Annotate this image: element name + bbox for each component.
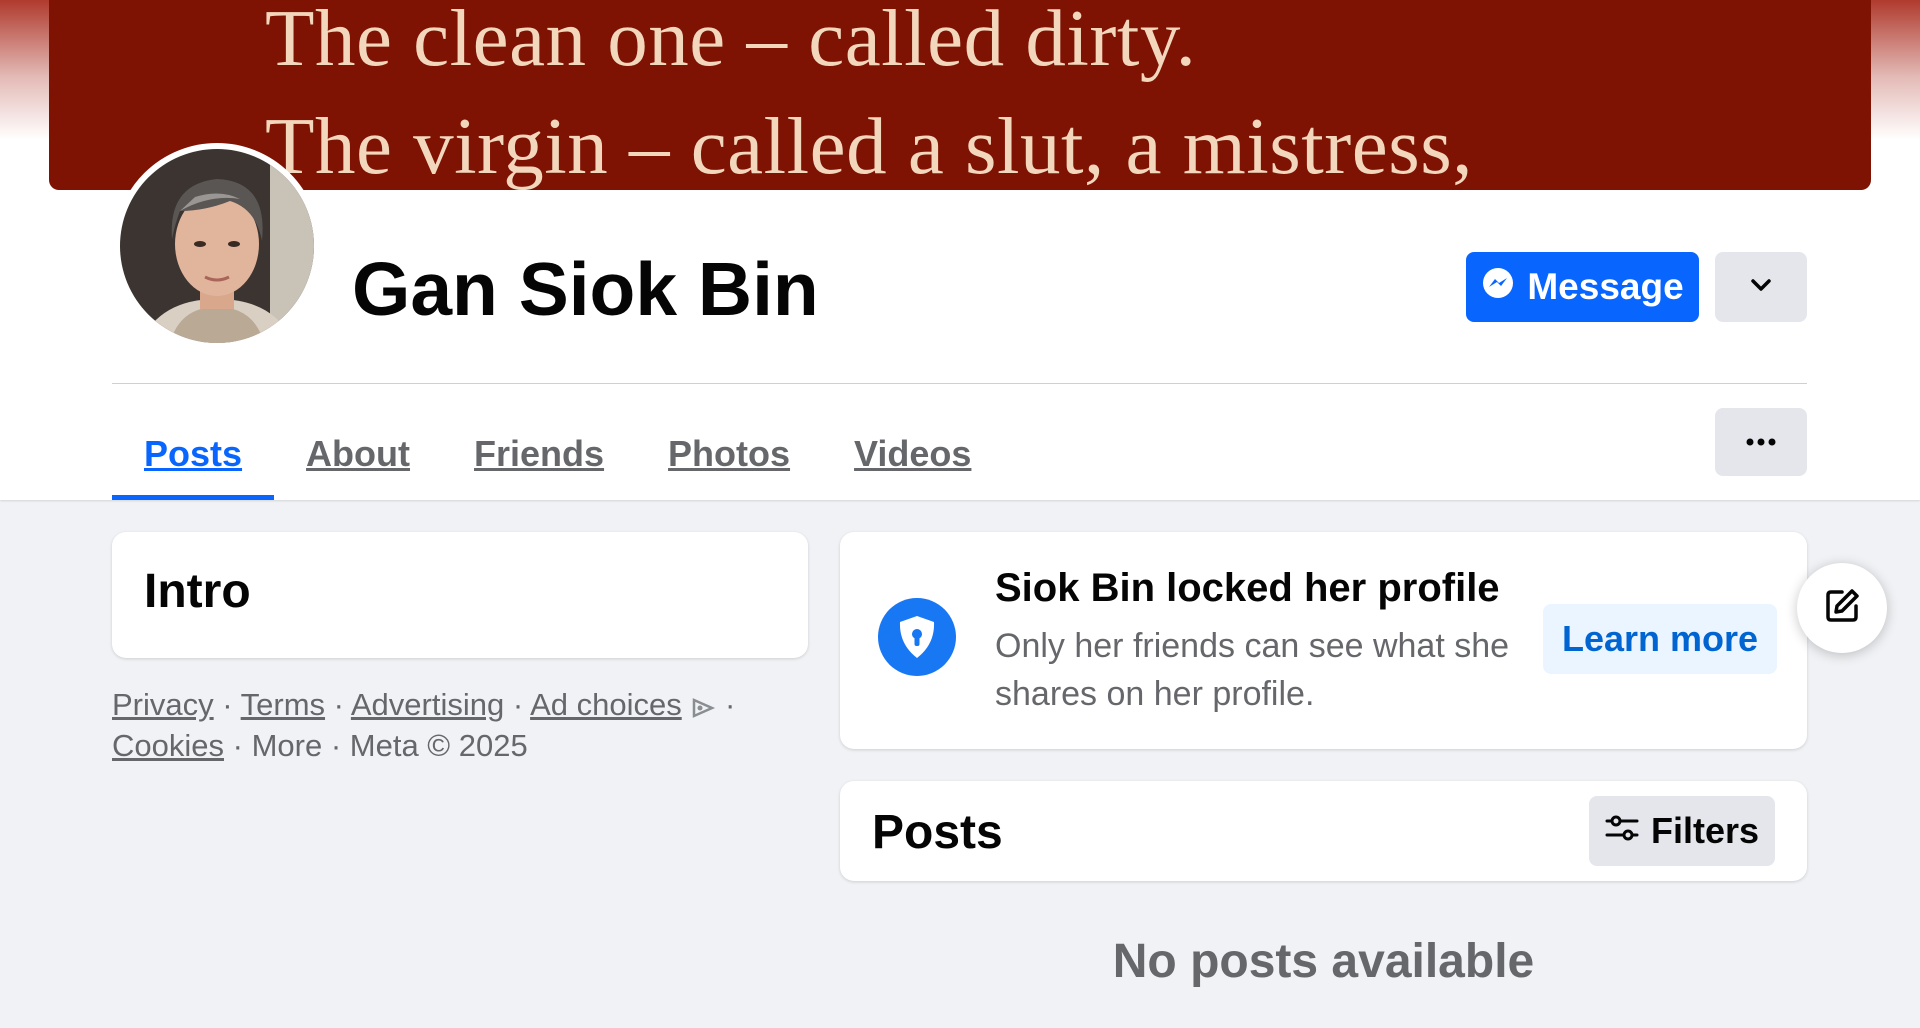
profile-tabs: Posts About Friends Photos Videos bbox=[112, 408, 1003, 500]
profile-name: Gan Siok Bin bbox=[352, 247, 819, 331]
terms-link[interactable]: Terms bbox=[241, 687, 325, 722]
message-label: Message bbox=[1527, 266, 1684, 307]
ad-choices-link[interactable]: Ad choices bbox=[530, 687, 682, 722]
ad-choices-icon bbox=[690, 687, 725, 722]
filters-label: Filters bbox=[1650, 810, 1760, 851]
cover-text-line-2: The virgin – called a slut, a mistress, bbox=[265, 101, 1474, 190]
posts-header-card: Posts Filters bbox=[840, 781, 1807, 881]
cookies-link[interactable]: Cookies bbox=[112, 728, 224, 763]
filters-button[interactable]: Filters bbox=[1589, 796, 1775, 866]
tab-friends[interactable]: Friends bbox=[442, 408, 636, 500]
tab-about[interactable]: About bbox=[274, 408, 442, 500]
privacy-link[interactable]: Privacy bbox=[112, 687, 214, 722]
cover-text-line-1: The clean one – called dirty. bbox=[265, 0, 1197, 83]
profile-header: The clean one – called dirty. The virgin… bbox=[0, 0, 1920, 500]
locked-profile-card: Siok Bin locked her profile Only her fri… bbox=[840, 532, 1807, 749]
message-button[interactable]: Message bbox=[1466, 252, 1699, 322]
learn-more-button[interactable]: Learn more bbox=[1543, 604, 1777, 674]
tab-photos[interactable]: Photos bbox=[636, 408, 822, 500]
intro-card: Intro bbox=[112, 532, 808, 658]
compose-button[interactable] bbox=[1797, 563, 1887, 653]
no-posts-message: No posts available bbox=[1112, 935, 1535, 988]
tab-videos[interactable]: Videos bbox=[822, 408, 1003, 500]
chevron-down-icon bbox=[1749, 277, 1773, 298]
locked-profile-title: Siok Bin locked her profile bbox=[995, 566, 1500, 610]
edit-icon bbox=[1822, 586, 1862, 631]
meta-copyright: Meta © 2025 bbox=[349, 728, 528, 763]
posts-title: Posts bbox=[872, 806, 1003, 859]
ellipsis-icon bbox=[1746, 433, 1776, 451]
tab-posts[interactable]: Posts bbox=[112, 408, 275, 500]
avatar[interactable] bbox=[114, 143, 320, 349]
cover-photo[interactable]: The clean one – called dirty. The virgin… bbox=[49, 0, 1871, 190]
messenger-icon bbox=[1481, 266, 1515, 309]
locked-profile-description: Only her friends can see what she shares… bbox=[995, 627, 1510, 713]
header-divider bbox=[112, 383, 1807, 384]
profile-more-actions-button[interactable] bbox=[1715, 252, 1807, 322]
filters-icon bbox=[1605, 810, 1639, 852]
tabs-more-button[interactable] bbox=[1715, 408, 1807, 476]
advertising-link[interactable]: Advertising bbox=[351, 687, 504, 722]
intro-title: Intro bbox=[144, 565, 251, 618]
more-link[interactable]: More bbox=[252, 728, 323, 763]
shield-lock-icon bbox=[878, 598, 956, 676]
footer-links: Privacy · Terms · Advertising · Ad choic… bbox=[112, 687, 736, 763]
